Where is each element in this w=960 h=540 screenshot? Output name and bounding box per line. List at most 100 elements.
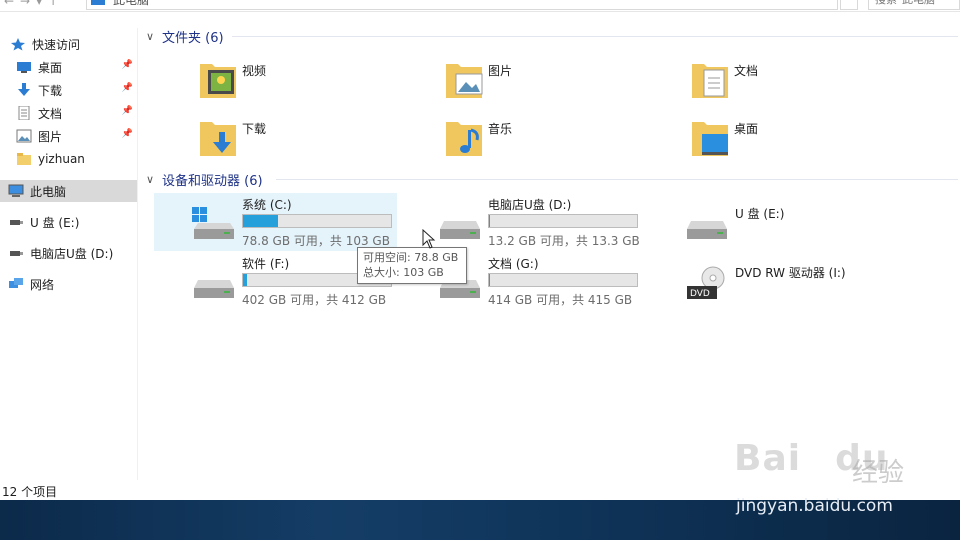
drive-usage-fill	[243, 215, 278, 227]
navigation-pane: 快速访问 桌面 📌 下载 📌 文档 📌 图片 📌 yizhuan 此电脑 U 盘…	[0, 28, 138, 480]
folder-icon	[17, 153, 31, 165]
group-divider	[276, 179, 958, 180]
folder-label: 下载	[242, 122, 267, 136]
mouse-cursor-icon	[422, 229, 436, 249]
chevron-down-icon[interactable]: ∨	[146, 30, 158, 43]
folder-item-documents[interactable]: 文档	[690, 56, 920, 108]
folder-item-music[interactable]: 音乐	[444, 114, 674, 166]
refresh-button[interactable]	[840, 0, 858, 10]
sidebar-item-label: 网络	[30, 277, 55, 292]
content-pane: ∨ 文件夹 (6) 视频 图片 文档 下载 音乐 桌面 ∨ 设备和驱动器 (6)…	[140, 20, 960, 480]
folder-item-desktop[interactable]: 桌面	[690, 114, 920, 166]
drives-group-header[interactable]: ∨ 设备和驱动器 (6)	[146, 170, 263, 189]
sidebar-item-yizhuan[interactable]: yizhuan	[0, 148, 137, 170]
sidebar-item-label: 下载	[38, 83, 63, 98]
usb-drive-icon	[10, 220, 23, 225]
drive-usage-bar	[488, 214, 638, 228]
folder-label: 音乐	[488, 122, 513, 136]
sidebar-item-quick-access[interactable]: 快速访问	[0, 33, 137, 55]
baidu-watermark: Bai du 经验 jingyan.baidu.com	[734, 438, 954, 518]
drive-usage-bar	[242, 214, 392, 228]
sidebar-item-label: 文档	[38, 106, 63, 121]
file-explorer-window: ←→▾↑ 此电脑 搜索"此电脑" 快速访问 桌面 📌 下载 📌 文档 📌	[0, 0, 960, 540]
sidebar-item-desktop[interactable]: 桌面 📌	[0, 56, 137, 78]
star-icon	[11, 38, 25, 51]
drive-name: 软件 (F:)	[242, 257, 290, 271]
desktop-folder-icon	[692, 122, 728, 156]
folder-label: 视频	[242, 64, 267, 78]
pin-icon[interactable]: 📌	[122, 60, 133, 70]
documents-folder-icon	[692, 64, 728, 98]
pin-icon[interactable]: 📌	[122, 83, 133, 93]
download-icon	[18, 83, 30, 96]
sidebar-item-pictures[interactable]: 图片 📌	[0, 125, 137, 147]
group-title: 设备和驱动器 (6)	[162, 174, 263, 189]
hard-drive-icon	[194, 280, 234, 298]
drive-item-c[interactable]: 系统 (C:) 78.8 GB 可用，共 103 GB	[154, 193, 397, 251]
group-divider	[232, 36, 958, 37]
drive-item-i[interactable]: DVD DVD RW 驱动器 (I:)	[647, 252, 890, 310]
address-toolbar: ←→▾↑ 此电脑 搜索"此电脑"	[0, 0, 960, 12]
downloads-folder-icon	[200, 122, 236, 156]
drive-tooltip: 可用空间: 78.8 GB 总大小: 103 GB	[357, 247, 467, 284]
folders-group-header[interactable]: ∨ 文件夹 (6)	[146, 27, 224, 46]
drive-usage-bar	[488, 273, 638, 287]
search-input[interactable]: 搜索"此电脑"	[868, 0, 960, 10]
hard-drive-icon	[687, 221, 727, 239]
sidebar-item-network[interactable]: 网络	[0, 273, 137, 295]
drive-usage-fill	[489, 274, 491, 286]
pin-icon[interactable]: 📌	[122, 129, 133, 139]
drive-item-e[interactable]: U 盘 (E:)	[647, 193, 890, 251]
folder-item-videos[interactable]: 视频	[198, 56, 428, 108]
pin-icon[interactable]: 📌	[122, 106, 133, 116]
pictures-folder-icon	[446, 64, 483, 98]
tooltip-free-space: 可用空间: 78.8 GB	[363, 251, 459, 264]
address-path: 此电脑	[113, 0, 150, 7]
sidebar-item-downloads[interactable]: 下载 📌	[0, 79, 137, 101]
chevron-down-icon[interactable]: ∨	[146, 173, 158, 186]
drive-info: 13.2 GB 可用，共 13.3 GB	[488, 234, 640, 248]
sidebar-item-this-pc[interactable]: 此电脑	[0, 180, 137, 202]
watermark-brand-part1: Bai	[734, 438, 802, 479]
drive-name: 文档 (G:)	[488, 257, 539, 271]
watermark-url: jingyan.baidu.com	[736, 496, 893, 516]
drive-name: U 盘 (E:)	[735, 207, 785, 221]
address-bar[interactable]: 此电脑	[86, 0, 838, 10]
drive-info: 414 GB 可用，共 415 GB	[488, 293, 633, 307]
drive-usage-fill	[243, 274, 247, 286]
computer-icon	[8, 184, 24, 197]
computer-icon	[91, 0, 105, 5]
sidebar-item-usb-d[interactable]: 电脑店U盘 (D:)	[0, 242, 137, 264]
sidebar-item-label: U 盘 (E:)	[30, 215, 80, 230]
sidebar-item-documents[interactable]: 文档 📌	[0, 102, 137, 124]
group-title: 文件夹 (6)	[162, 31, 224, 46]
folder-item-pictures[interactable]: 图片	[444, 56, 674, 108]
drive-usage-fill	[489, 215, 491, 227]
folder-label: 图片	[488, 64, 513, 78]
music-folder-icon	[446, 122, 482, 156]
drive-item-d[interactable]: 电脑店U盘 (D:) 13.2 GB 可用，共 13.3 GB	[400, 193, 643, 251]
sidebar-item-label: 此电脑	[30, 184, 67, 199]
sidebar-item-label: yizhuan	[38, 152, 85, 166]
sidebar-item-usb-e[interactable]: U 盘 (E:)	[0, 211, 137, 233]
desktop-icon	[17, 62, 31, 73]
sidebar-item-label: 桌面	[38, 60, 63, 75]
navigation-arrows-icon[interactable]: ←→▾↑	[4, 0, 64, 8]
usb-drive-icon	[10, 251, 23, 256]
folder-item-downloads[interactable]: 下载	[198, 114, 428, 166]
drive-info: 402 GB 可用，共 412 GB	[242, 293, 387, 307]
watermark-jingyan: 经验	[852, 458, 905, 488]
hard-drive-icon	[440, 221, 480, 239]
drive-name: DVD RW 驱动器 (I:)	[735, 266, 846, 280]
sidebar-item-label: 图片	[38, 129, 63, 144]
network-icon	[9, 278, 23, 288]
folder-label: 文档	[734, 64, 759, 78]
drive-name: 电脑店U盘 (D:)	[488, 198, 572, 212]
status-item-count: 12 个项目	[2, 485, 58, 499]
dvd-drive-icon: DVD	[687, 266, 725, 299]
document-icon	[18, 106, 30, 120]
folder-label: 桌面	[734, 122, 759, 136]
windows-drive-icon	[192, 207, 234, 239]
tooltip-total-size: 总大小: 103 GB	[363, 266, 444, 279]
svg-text:DVD: DVD	[690, 289, 710, 299]
